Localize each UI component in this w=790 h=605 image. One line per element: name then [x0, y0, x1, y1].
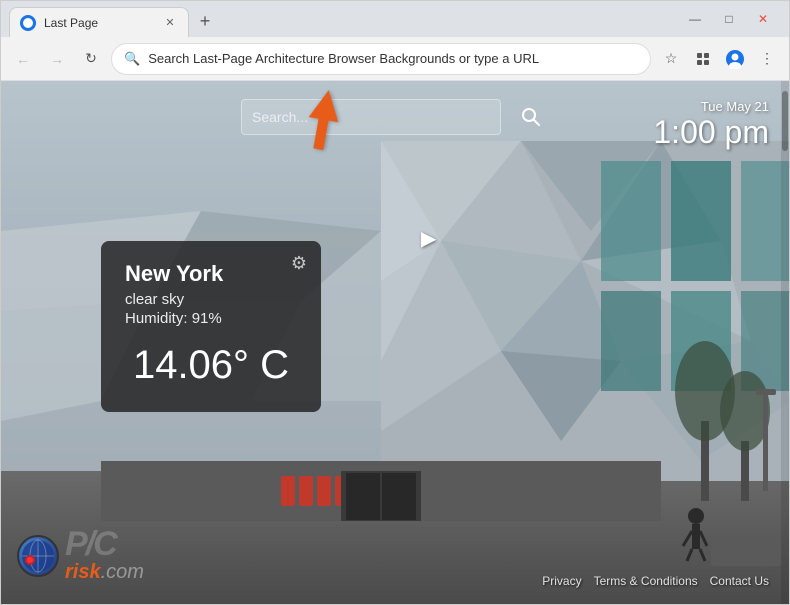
- logo-risk-text: risk: [65, 561, 101, 584]
- weather-condition: clear sky: [125, 291, 297, 308]
- humidity-label: Humidity:: [125, 310, 188, 327]
- pcrisk-globe-icon: [17, 535, 59, 577]
- maximize-button[interactable]: □: [715, 5, 743, 33]
- weather-city: New York: [125, 261, 297, 287]
- forward-button[interactable]: →: [43, 45, 71, 73]
- new-tab-button[interactable]: +: [191, 7, 219, 35]
- pcrisk-brand: P/C risk .com: [65, 527, 144, 584]
- nav-actions: ☆ ⋮: [657, 45, 781, 73]
- extensions-button[interactable]: [689, 45, 717, 73]
- footer-bar: P/C risk .com Privacy Terms & Conditions…: [1, 544, 789, 604]
- privacy-link[interactable]: Privacy: [542, 574, 581, 588]
- logo-brand-row: risk .com: [65, 561, 144, 584]
- tab-close-button[interactable]: ✕: [162, 15, 178, 31]
- weather-temperature: 14.06° C: [125, 343, 297, 388]
- contact-link[interactable]: Contact Us: [710, 574, 769, 588]
- date-display: Tue May 21: [653, 99, 769, 114]
- refresh-button[interactable]: ↻: [77, 45, 105, 73]
- search-box[interactable]: Search...: [241, 99, 501, 135]
- page-content: Search... Tue May 21 1:00 pm ▶ ⚙ N: [1, 81, 789, 604]
- address-bar[interactable]: 🔍 Search Last-Page Architecture Browser …: [111, 43, 651, 75]
- close-button[interactable]: ✕: [749, 5, 777, 33]
- time-display: 1:00 pm: [653, 114, 769, 151]
- browser-window: Last Page ✕ + — □ ✕ ← → ↻ 🔍 Search Last-…: [0, 0, 790, 605]
- bookmark-button[interactable]: ☆: [657, 45, 685, 73]
- address-text: Search Last-Page Architecture Browser Ba…: [148, 51, 638, 66]
- tab-label: Last Page: [44, 16, 154, 30]
- weather-widget: ⚙ New York clear sky Humidity: 91% 14.06…: [101, 241, 321, 412]
- navigation-bar: ← → ↻ 🔍 Search Last-Page Architecture Br…: [1, 37, 789, 81]
- profile-button[interactable]: [721, 45, 749, 73]
- logo-area: P/C risk .com: [1, 527, 144, 592]
- tab-favicon: [20, 15, 36, 31]
- search-icon-button[interactable]: [513, 99, 549, 135]
- weather-humidity: Humidity: 91%: [125, 310, 297, 327]
- scrollbar-thumb[interactable]: [782, 91, 788, 151]
- logo-pc-text: P/C: [65, 527, 116, 561]
- datetime-widget: Tue May 21 1:00 pm: [653, 99, 769, 151]
- humidity-value: 91%: [192, 310, 222, 327]
- scrollbar[interactable]: [781, 81, 789, 604]
- terms-link[interactable]: Terms & Conditions: [594, 574, 698, 588]
- back-button[interactable]: ←: [9, 45, 37, 73]
- menu-button[interactable]: ⋮: [753, 45, 781, 73]
- minimize-button[interactable]: —: [681, 5, 709, 33]
- tab-bar: Last Page ✕ + — □ ✕: [1, 1, 789, 37]
- address-search-icon: 🔍: [124, 51, 140, 67]
- weather-settings-icon[interactable]: ⚙: [291, 253, 307, 274]
- logo-tld-text: .com: [101, 561, 144, 584]
- footer-links: Privacy Terms & Conditions Contact Us: [542, 574, 789, 592]
- logo-text-row: P/C: [65, 527, 144, 561]
- active-tab[interactable]: Last Page ✕: [9, 7, 189, 37]
